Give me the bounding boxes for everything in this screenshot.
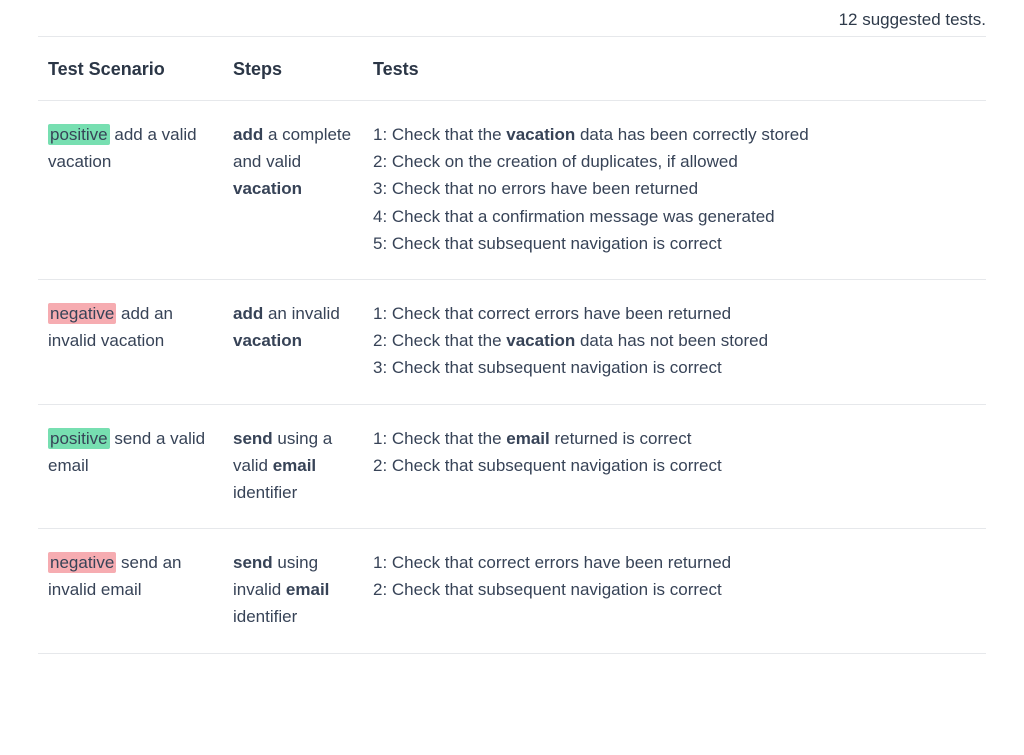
test-line: 1: Check that correct errors have been r… bbox=[373, 300, 976, 327]
bold-text: add bbox=[233, 304, 263, 323]
steps-cell: add an invalid vacation bbox=[223, 279, 363, 404]
test-line: 1: Check that the vacation data has been… bbox=[373, 121, 976, 148]
table-container: 12 suggested tests. Test Scenario Steps … bbox=[0, 0, 1024, 684]
scenario-cell: positive add a valid vacation bbox=[38, 101, 223, 280]
bold-text: vacation bbox=[506, 125, 575, 144]
negative-tag: negative bbox=[48, 552, 116, 573]
bold-text: vacation bbox=[233, 331, 302, 350]
negative-tag: negative bbox=[48, 303, 116, 324]
test-line: 2: Check that subsequent navigation is c… bbox=[373, 452, 976, 479]
steps-cell: add a complete and valid vacation bbox=[223, 101, 363, 280]
table-row: negative add an invalid vacationadd an i… bbox=[38, 279, 986, 404]
bold-text: email bbox=[286, 580, 329, 599]
test-line: 4: Check that a confirmation message was… bbox=[373, 203, 976, 230]
steps-cell: send using a valid email identifier bbox=[223, 404, 363, 529]
test-line: 3: Check that subsequent navigation is c… bbox=[373, 354, 976, 381]
steps-cell: send using invalid email identifier bbox=[223, 529, 363, 654]
table-row: positive add a valid vacationadd a compl… bbox=[38, 101, 986, 280]
bold-text: email bbox=[273, 456, 316, 475]
scenario-cell: negative add an invalid vacation bbox=[38, 279, 223, 404]
table-header-row: Test Scenario Steps Tests bbox=[38, 37, 986, 101]
tests-cell: 1: Check that correct errors have been r… bbox=[363, 529, 986, 654]
tests-cell: 1: Check that correct errors have been r… bbox=[363, 279, 986, 404]
test-line: 2: Check that the vacation data has not … bbox=[373, 327, 976, 354]
bold-text: email bbox=[506, 429, 549, 448]
col-tests-header: Tests bbox=[363, 37, 986, 101]
test-line: 5: Check that subsequent navigation is c… bbox=[373, 230, 976, 257]
tests-cell: 1: Check that the email returned is corr… bbox=[363, 404, 986, 529]
summary-text: 12 suggested tests. bbox=[38, 0, 986, 37]
test-line: 1: Check that the email returned is corr… bbox=[373, 425, 976, 452]
positive-tag: positive bbox=[48, 428, 110, 449]
positive-tag: positive bbox=[48, 124, 110, 145]
test-line: 3: Check that no errors have been return… bbox=[373, 175, 976, 202]
tests-table: Test Scenario Steps Tests positive add a… bbox=[38, 37, 986, 654]
scenario-cell: negative send an invalid email bbox=[38, 529, 223, 654]
table-row: positive send a valid emailsend using a … bbox=[38, 404, 986, 529]
scenario-cell: positive send a valid email bbox=[38, 404, 223, 529]
col-steps-header: Steps bbox=[223, 37, 363, 101]
bold-text: vacation bbox=[506, 331, 575, 350]
col-scenario-header: Test Scenario bbox=[38, 37, 223, 101]
table-row: negative send an invalid emailsend using… bbox=[38, 529, 986, 654]
bold-text: send bbox=[233, 429, 273, 448]
bold-text: send bbox=[233, 553, 273, 572]
tests-cell: 1: Check that the vacation data has been… bbox=[363, 101, 986, 280]
bold-text: vacation bbox=[233, 179, 302, 198]
test-line: 1: Check that correct errors have been r… bbox=[373, 549, 976, 576]
test-line: 2: Check on the creation of duplicates, … bbox=[373, 148, 976, 175]
test-line: 2: Check that subsequent navigation is c… bbox=[373, 576, 976, 603]
bold-text: add bbox=[233, 125, 263, 144]
